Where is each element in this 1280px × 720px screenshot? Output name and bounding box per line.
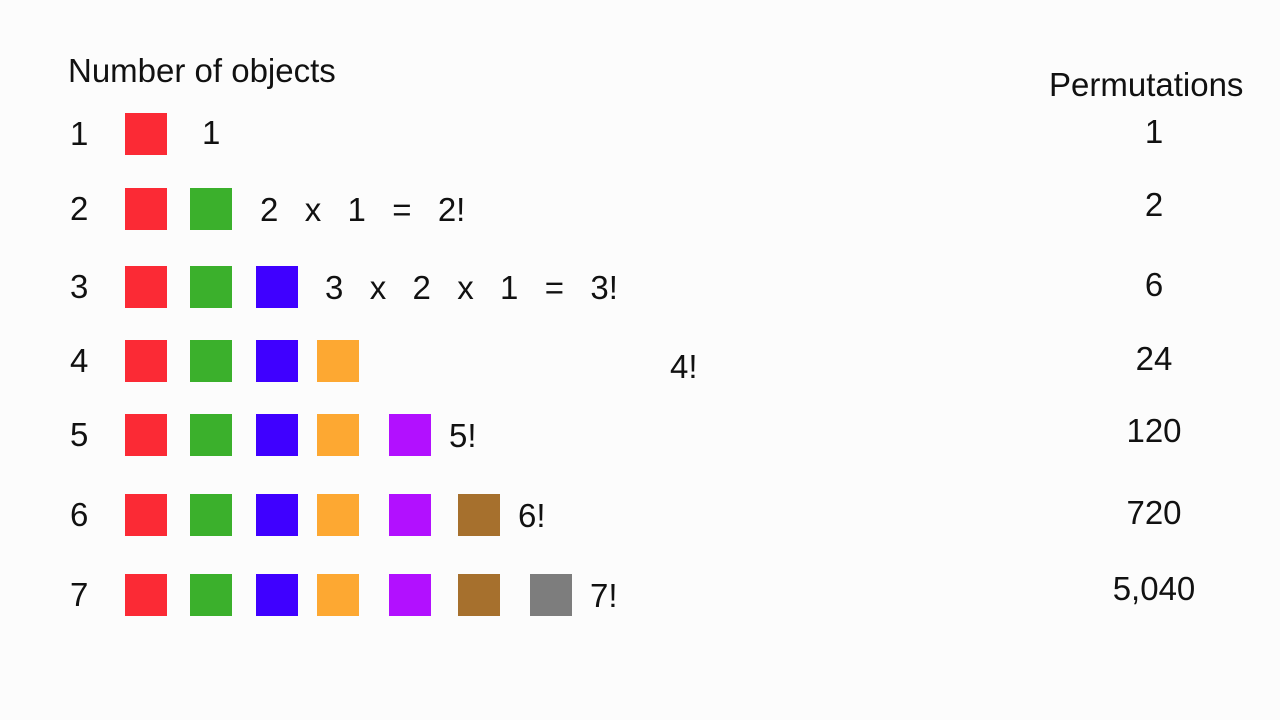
object-square-blue [256,494,298,536]
object-square-blue [256,266,298,308]
object-square-blue [256,414,298,456]
row-5-expression: 5! [449,417,477,454]
number-of-objects-heading: Number of objects [68,52,336,89]
object-square-purple [389,574,431,616]
row-3-expression: 3 x 2 x 1 = 3! [325,269,618,306]
object-square-orange [317,340,359,382]
row-1-expression: 1 [202,114,221,151]
row-6-count: 6 [70,496,89,533]
object-square-purple [389,494,431,536]
row-2-permutations: 2 [1144,186,1164,223]
object-square-brown [458,494,500,536]
object-square-green [190,266,232,308]
row-2-count: 2 [70,190,89,227]
object-square-green [190,574,232,616]
object-square-red [125,340,167,382]
object-square-red [125,113,167,155]
object-square-green [190,494,232,536]
permutations-heading: Permutations [1049,66,1244,103]
object-square-orange [317,494,359,536]
object-square-red [125,188,167,230]
row-7-permutations: 5,040 [1112,570,1196,607]
row-3-permutations: 6 [1144,266,1164,303]
row-7-count: 7 [70,576,89,613]
row-1-permutations: 1 [1144,113,1164,150]
object-square-red [125,266,167,308]
object-square-red [125,414,167,456]
object-square-orange [317,414,359,456]
object-square-blue [256,574,298,616]
object-square-red [125,574,167,616]
row-5-permutations: 120 [1126,412,1182,449]
object-square-red [125,494,167,536]
object-square-green [190,414,232,456]
row-6-expression: 6! [518,497,546,534]
row-3-count: 3 [70,268,89,305]
row-7-expression: 7! [590,577,618,614]
object-square-brown [458,574,500,616]
row-6-permutations: 720 [1126,494,1182,531]
object-square-green [190,188,232,230]
row-5-count: 5 [70,416,89,453]
object-square-gray [530,574,572,616]
object-square-green [190,340,232,382]
row-1-count: 1 [70,115,89,152]
row-4-count: 4 [70,342,89,379]
row-2-expression: 2 x 1 = 2! [260,191,466,228]
row-4-permutations: 24 [1135,340,1173,377]
row-4-expression: 4! [670,348,698,385]
object-square-purple [389,414,431,456]
object-square-orange [317,574,359,616]
object-square-blue [256,340,298,382]
